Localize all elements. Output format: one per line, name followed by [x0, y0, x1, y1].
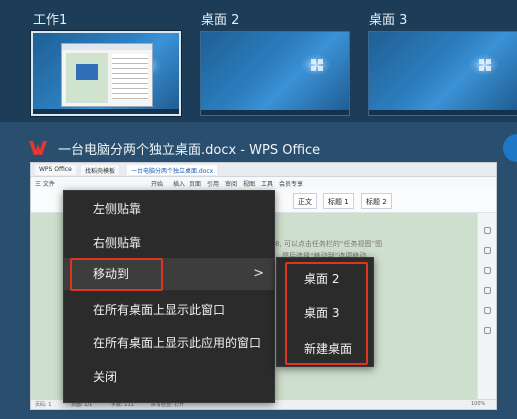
sidebar-tool-icon [484, 307, 491, 314]
preview-tab-current: 一台电脑分两个独立桌面.docx [127, 165, 218, 175]
desktop-thumbnail-2[interactable] [200, 31, 350, 116]
menu-close[interactable]: 关闭 [64, 361, 274, 393]
menu-show-app-windows-all-desktops[interactable]: 在所有桌面上显示此应用的窗口 [64, 327, 274, 359]
preview-tab: 找稻壳模板 [81, 165, 120, 175]
windows-logo-icon [479, 59, 491, 71]
window-context-menu: 左侧贴靠 右侧贴靠 移动到 > 在所有桌面上显示此窗口 在所有桌面上显示此应用的… [63, 190, 275, 403]
sidebar-tool-icon [484, 267, 491, 274]
desktop-thumbnail-3[interactable] [368, 31, 517, 116]
preview-menu-bar: 三 文件 开始 插入 页面 引用 审阅 视图 工具 会员专享 [31, 177, 496, 189]
sidebar-tool-icon [484, 287, 491, 294]
doc-line: 8, 可以点击任务栏的“任务视图”图 [275, 240, 383, 248]
desktop-label-1: 工作1 [33, 13, 68, 28]
zoom-level: 100% [471, 401, 486, 407]
style-heading1: 标题 1 [323, 193, 354, 209]
menu-snap-left[interactable]: 左侧贴靠 [64, 193, 274, 225]
menu-item: 开始 [151, 181, 164, 188]
menu-show-on-all-desktops[interactable]: 在所有桌面上显示此窗口 [64, 294, 274, 326]
menu-item: 审阅 [225, 181, 238, 188]
menu-item-label: 在所有桌面上显示此应用的窗口 [93, 336, 262, 350]
edge-decoration [503, 134, 517, 162]
menu-item: 工具 [261, 181, 274, 188]
preview-tab-bar: WPS Office 找稻壳模板 一台电脑分两个独立桌面.docx [31, 163, 496, 177]
menu-item-label: 关闭 [93, 370, 118, 384]
menu-item-label: 在所有桌面上显示此窗口 [93, 303, 226, 317]
desktop-label-3: 桌面 3 [369, 13, 408, 28]
menu-item: 引用 [207, 181, 220, 188]
menu-item: 三 文件 [35, 181, 55, 188]
window-mini-preview [61, 43, 153, 107]
desktop-label-2: 桌面 2 [201, 13, 240, 28]
highlight-box-submenu [285, 262, 368, 365]
menu-snap-right[interactable]: 右侧贴靠 [64, 227, 274, 259]
windows-logo-icon [311, 59, 323, 71]
thumb-taskbar [33, 109, 179, 114]
menu-item: 会员专享 [279, 181, 304, 188]
menu-item: 插入 [173, 181, 186, 188]
chevron-right-icon: > [253, 266, 264, 281]
window-title-row: 一台电脑分两个独立桌面.docx - WPS Office [28, 137, 320, 159]
style-normal: 正文 [293, 193, 317, 209]
sidebar-tool-icon [484, 227, 491, 234]
thumb-taskbar [201, 110, 349, 115]
menu-item-label: 左侧贴靠 [93, 202, 142, 216]
sidebar-tool-icon [484, 247, 491, 254]
style-heading2: 标题 2 [361, 193, 392, 209]
virtual-desktop-strip: 工作1 桌面 2 桌面 3 [0, 0, 517, 122]
window-title: 一台电脑分两个独立桌面.docx - WPS Office [58, 142, 321, 158]
menu-item: 视图 [243, 181, 256, 188]
thumb-taskbar [369, 110, 517, 115]
preview-right-sidebar [477, 213, 496, 401]
status-item: 页码: 1 [35, 402, 52, 408]
menu-item-label: 右侧贴靠 [93, 236, 142, 250]
sidebar-tool-icon [484, 327, 491, 334]
menu-item: 页面 [189, 181, 202, 188]
wps-logo-icon [29, 141, 47, 155]
highlight-box-move-to [70, 258, 163, 291]
preview-tab: WPS Office [35, 165, 76, 175]
desktop-thumbnail-1[interactable] [30, 30, 182, 117]
